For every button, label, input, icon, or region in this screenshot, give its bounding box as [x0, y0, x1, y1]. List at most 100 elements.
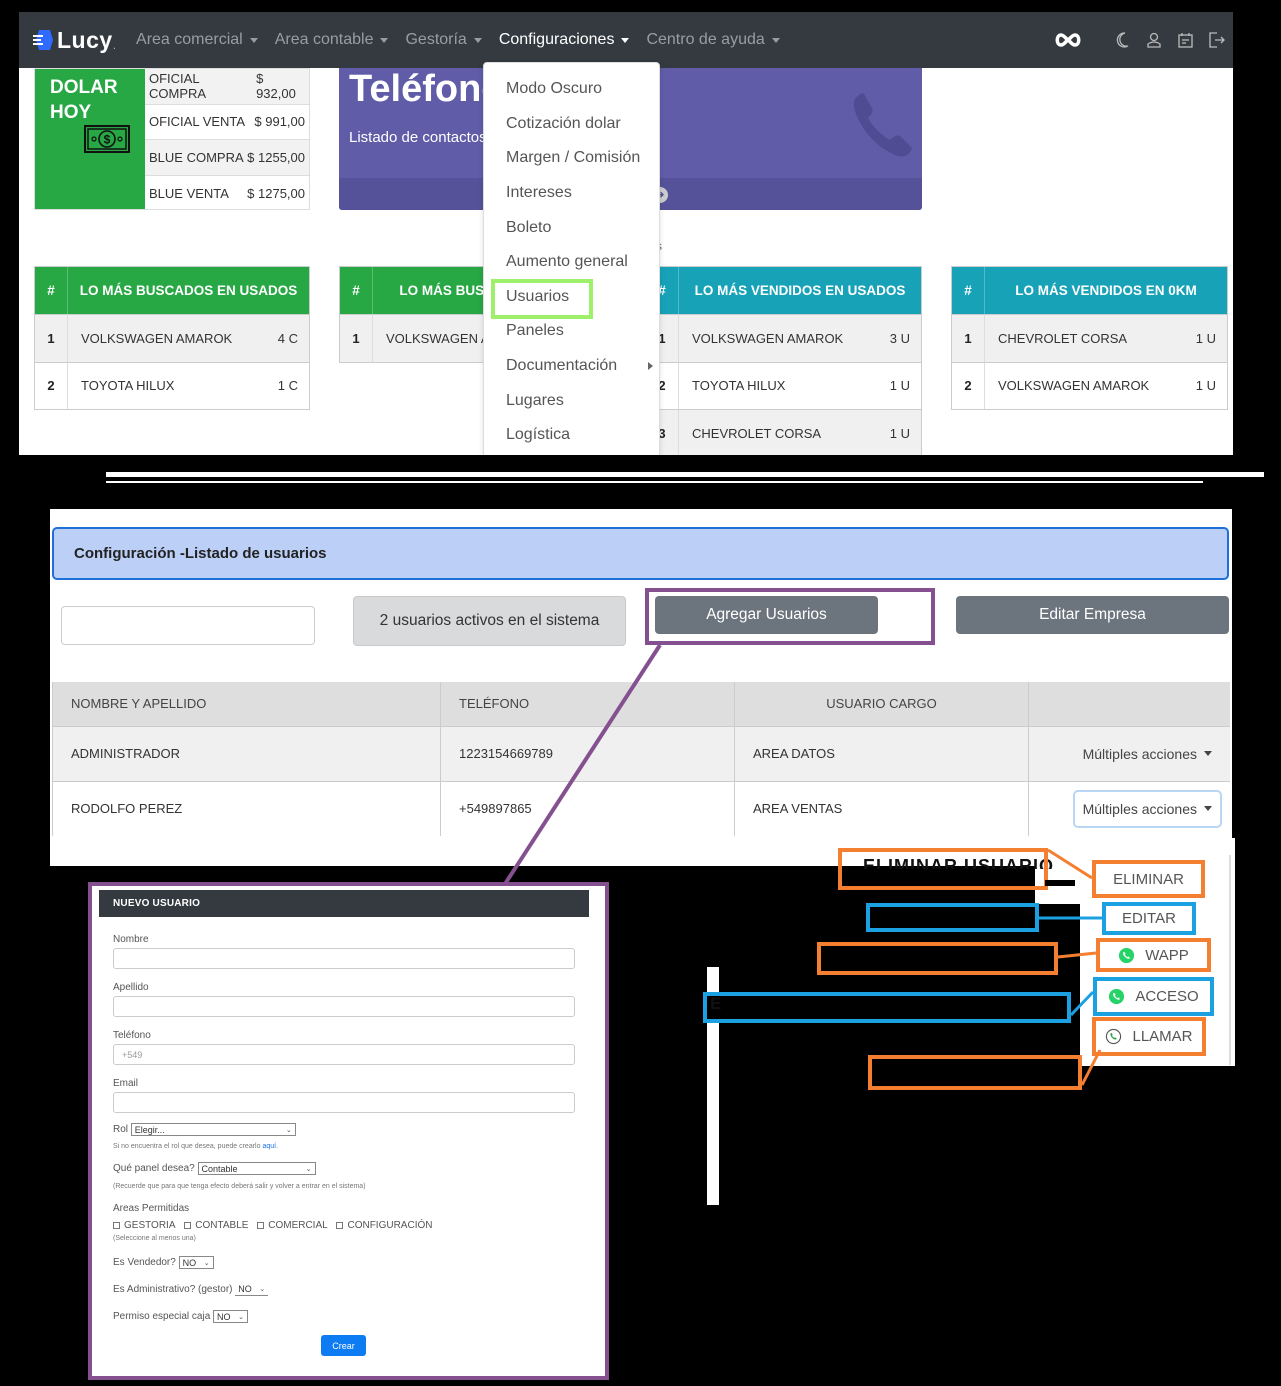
search-input[interactable]: [61, 606, 315, 645]
cell-name: ADMINISTRADOR: [52, 725, 441, 781]
menu-item-usuarios[interactable]: Usuarios: [484, 280, 659, 315]
create-button[interactable]: Crear: [321, 1335, 366, 1356]
checkbox-label: GESTORIA: [124, 1220, 176, 1231]
label-nombre: Nombre: [113, 934, 149, 945]
infinity-icon[interactable]: [1053, 31, 1083, 49]
rank-num: 2: [952, 362, 985, 409]
menu-border: [1229, 855, 1231, 1065]
dolar-hoy-card: DOLAR HOY $ OFICIAL COMPRA $ 932,00 OFICI…: [34, 68, 310, 210]
label-admin: Es Administrativo? (gestor): [113, 1284, 233, 1296]
email-input[interactable]: [113, 1092, 575, 1113]
rank-value: 4 C: [277, 330, 298, 346]
rank-num: 1: [340, 315, 373, 362]
rank-table-vendidos-0km: # LO MÁS VENDIDOS EN 0KM 1 CHEVROLET CORSA…: [951, 266, 1228, 410]
rate-value: $ 991,00: [254, 114, 305, 130]
chevron-down-icon: ⌄: [259, 1286, 266, 1293]
rank-num-header: #: [35, 267, 68, 314]
apellido-input[interactable]: [113, 996, 575, 1017]
dashboard-screenshot: Lucy. Area comercial Area contable Gesto…: [19, 12, 1233, 455]
add-users-button[interactable]: Agregar Usuarios: [655, 596, 878, 634]
menu-item-cotizacion-dolar[interactable]: Cotización dolar: [484, 107, 659, 142]
panel-help: (Recuerde que para que tenga efecto debe…: [113, 1183, 366, 1190]
table-row: ADMINISTRADOR 1223154669789 AREA DATOS M…: [52, 725, 1230, 781]
menu-item-aumento-general[interactable]: Aumento general: [484, 245, 659, 280]
whatsapp-icon: [1119, 947, 1135, 963]
menu-item-logistica[interactable]: Logística: [484, 418, 659, 453]
action-editar[interactable]: EDITAR: [1102, 902, 1196, 935]
checkbox-label: COMERCIAL: [268, 1220, 328, 1231]
menu-item-lugares[interactable]: Lugares: [484, 383, 659, 418]
action-llamar[interactable]: LLAMAR: [1092, 1017, 1206, 1056]
rank-value: 3 U: [889, 330, 910, 346]
dolar-rate-row: OFICIAL VENTA $ 991,00: [145, 105, 309, 140]
nav-configuraciones[interactable]: Configuraciones: [499, 31, 630, 49]
rol-select[interactable]: Elegir... ⌄: [130, 1123, 296, 1136]
brand[interactable]: Lucy.: [33, 27, 116, 54]
label-telefono: Teléfono: [113, 1030, 151, 1041]
dolar-rate-row: BLUE COMPRA $ 1255,00: [145, 140, 309, 176]
annotation-box-wapp: [817, 942, 1058, 975]
nombre-input[interactable]: [113, 948, 575, 969]
menu-item-paneles[interactable]: Paneles: [484, 314, 659, 349]
telefono-input[interactable]: +549: [113, 1044, 575, 1065]
nav-centro-de-ayuda[interactable]: Centro de ayuda: [646, 31, 780, 49]
checkbox-gestoria[interactable]: [113, 1221, 120, 1229]
rate-value: $ 932,00: [256, 71, 296, 102]
rank-value: 1 U: [889, 425, 910, 441]
create-role-link[interactable]: aquí: [262, 1143, 276, 1150]
menu-item-modo-oscuro[interactable]: Modo Oscuro: [484, 72, 659, 107]
users-list-screenshot: Configuración -Listado de usuarios 2 usu…: [50, 509, 1232, 866]
rank-row: 1 CHEVROLET CORSA 1 U: [952, 314, 1227, 362]
label-rol: Rol: [113, 1124, 129, 1136]
multiple-actions-dropdown-open[interactable]: Múltiples acciones: [1072, 789, 1222, 828]
rate-value: $ 1275,00: [247, 185, 305, 201]
checkbox-contable[interactable]: [184, 1221, 192, 1229]
action-wapp[interactable]: WAPP: [1096, 938, 1211, 972]
menu-item-boleto[interactable]: Boleto: [484, 210, 659, 245]
dolar-rates: OFICIAL COMPRA $ 932,00 OFICIAL VENTA $ 99…: [145, 69, 309, 209]
actions-label: Múltiples acciones: [1082, 745, 1197, 762]
checkbox-comercial[interactable]: [257, 1221, 265, 1229]
admin-select[interactable]: NO ⌄: [235, 1283, 269, 1296]
action-eliminar[interactable]: ELIMINAR: [1092, 860, 1205, 898]
calendar-icon[interactable]: [1176, 31, 1194, 49]
nav-area-comercial[interactable]: Area comercial: [136, 31, 258, 49]
edit-company-button[interactable]: Editar Empresa: [956, 596, 1229, 634]
action-acceso[interactable]: ACCESO: [1093, 977, 1214, 1016]
cell-name: RODOLFO PEREZ: [52, 780, 441, 836]
panel-select[interactable]: Contable ⌄: [197, 1162, 316, 1175]
rate-value: $ 1255,00: [247, 149, 305, 165]
nav-gestoria[interactable]: Gestoría: [405, 31, 482, 49]
action-label: EDITAR: [1122, 910, 1176, 927]
logout-icon[interactable]: [1207, 31, 1225, 49]
caret-down-icon: [1204, 806, 1212, 812]
menu-item-documentacion[interactable]: Documentación: [484, 349, 659, 384]
rol-help: Si no encuentra el rol que desea, puede …: [113, 1143, 279, 1150]
multiple-actions-dropdown[interactable]: Múltiples acciones: [1083, 746, 1212, 762]
cell-cargo: AREA DATOS: [734, 725, 1029, 781]
chevron-down-icon: ⌄: [238, 1313, 245, 1321]
menu-item-margen-comision[interactable]: Margen / Comisión: [484, 141, 659, 176]
user-icon[interactable]: [1145, 31, 1163, 49]
menu-item-intereses[interactable]: Intereses: [484, 176, 659, 211]
annotation-partial-letter: E: [710, 994, 722, 1013]
chevron-down-icon: ⌄: [305, 1165, 312, 1173]
rank-title: LO MÁS VENDIDOS EN 0KM: [1015, 283, 1197, 298]
areas-checkboxes: GESTORIA CONTABLE COMERCIAL CONFIGURACIÓ…: [113, 1220, 438, 1231]
nav-label: Gestoría: [405, 31, 467, 48]
checkbox-configuracion[interactable]: [336, 1221, 344, 1229]
annotation-partial-text: ELIMINAR USUARIO: [863, 856, 1054, 869]
form-title: NUEVO USUARIO: [99, 890, 589, 917]
caja-value: NO: [217, 1311, 231, 1322]
caret-down-icon: [621, 37, 630, 43]
caja-select[interactable]: NO ⌄: [213, 1310, 249, 1323]
panel-row: Qué panel desea? Contable ⌄: [113, 1162, 316, 1175]
annotation-box-editar: [866, 903, 1039, 932]
rank-row: 2 TOYOTA HILUX 1 C: [35, 361, 309, 409]
nav-area-contable[interactable]: Area contable: [275, 31, 389, 49]
rank-row: 2 VOLKSWAGEN AMAROK 1 U: [952, 361, 1227, 409]
areas-help: (Seleccione al menos una): [113, 1235, 196, 1242]
moon-icon[interactable]: [1114, 31, 1132, 49]
dolar-title-line1: DOLAR: [50, 77, 118, 98]
vendedor-select[interactable]: NO ⌄: [178, 1256, 214, 1269]
